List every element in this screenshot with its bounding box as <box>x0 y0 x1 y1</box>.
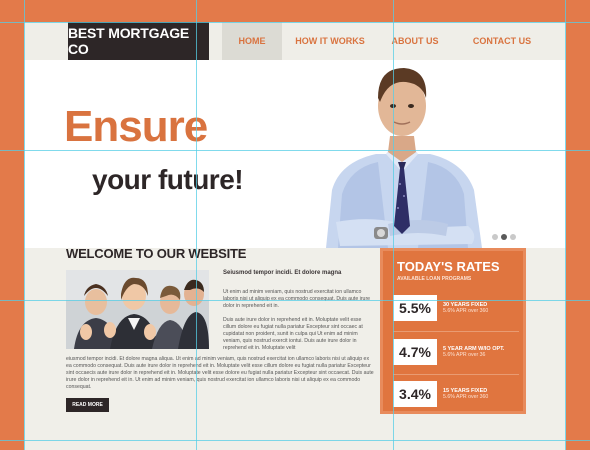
guide-line-horizontal <box>0 440 590 441</box>
rate-row[interactable]: 3.4% 15 YEARS FIXED 5.6% APR over 360 <box>393 381 523 407</box>
team-photo-image <box>66 270 209 349</box>
rate-info: 15 YEARS FIXED 5.6% APR over 360 <box>443 388 488 400</box>
welcome-heading: WELCOME TO OUR WEBSITE <box>66 246 247 261</box>
welcome-text-column: Seiusmod tempor incidi. Et dolore magna … <box>223 270 373 359</box>
rate-divider <box>393 374 519 375</box>
rate-apr: 5.6% APR over 360 <box>443 394 489 400</box>
guide-line-horizontal <box>0 22 590 23</box>
content-area: WELCOME TO OUR WEBSITE Seiusmod tempor i… <box>24 0 566 450</box>
guide-line-vertical <box>565 0 566 450</box>
rates-title: TODAY'S RATES <box>397 259 500 274</box>
rate-apr: 5.6% APR over 36 <box>443 352 486 358</box>
rate-info: 5 YEAR ARM W/IO OPT. 5.6% APR over 36 <box>443 346 504 358</box>
rate-value: 3.4% <box>393 381 437 407</box>
guide-line-horizontal <box>0 150 590 151</box>
team-photo <box>66 270 209 349</box>
guide-line-horizontal <box>0 300 590 301</box>
welcome-paragraph-full: eiusmod tempor incidi. Et dolore magna a… <box>66 356 374 390</box>
read-more-button[interactable]: READ MORE <box>66 398 109 412</box>
guide-line-vertical <box>196 0 197 450</box>
rate-value: 5.5% <box>393 295 437 321</box>
todays-rates-panel: TODAY'S RATES AVAILABLE LOAN PROGRAMS 5.… <box>380 248 526 414</box>
rates-subtitle: AVAILABLE LOAN PROGRAMS <box>397 276 472 282</box>
guide-line-vertical <box>393 0 394 450</box>
rate-info: 30 YEARS FIXED 5.6% APR over 360 <box>443 302 488 314</box>
guide-line-vertical <box>24 0 25 450</box>
rate-row[interactable]: 5.5% 30 YEARS FIXED 5.6% APR over 360 <box>393 295 523 321</box>
rate-divider <box>393 331 519 332</box>
welcome-lead: Seiusmod tempor incidi. Et dolore magna <box>223 270 342 276</box>
rate-value: 4.7% <box>393 339 437 365</box>
rate-apr: 5.6% APR over 360 <box>443 308 489 314</box>
rate-row[interactable]: 4.7% 5 YEAR ARM W/IO OPT. 5.6% APR over … <box>393 339 523 365</box>
welcome-paragraph: Duis aute irure dolor in reprehend eit i… <box>223 317 363 351</box>
